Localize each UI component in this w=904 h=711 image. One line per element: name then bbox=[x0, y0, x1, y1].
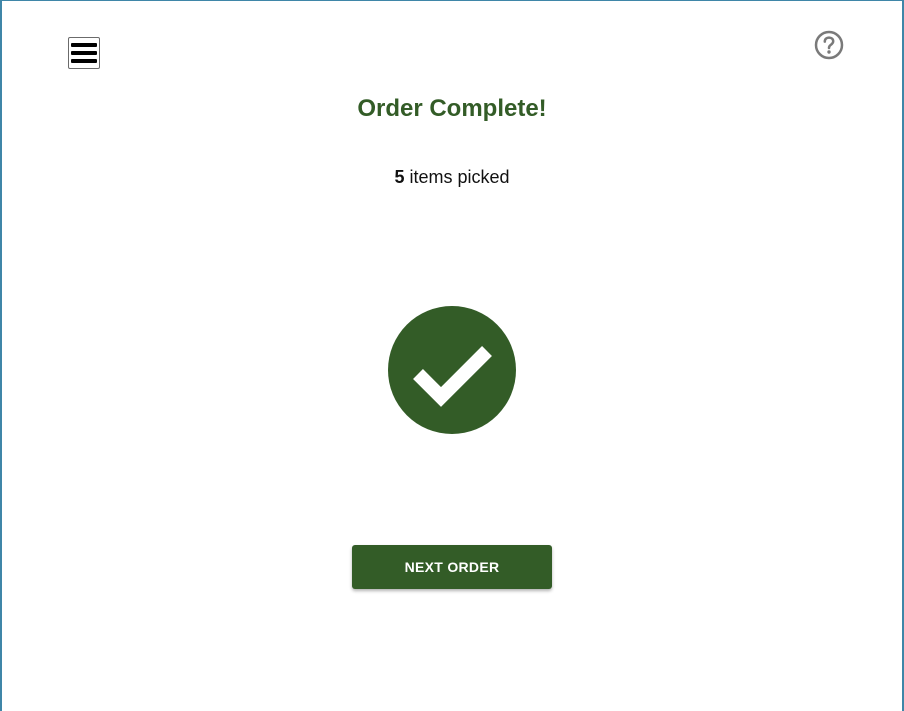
help-button[interactable] bbox=[813, 29, 845, 61]
next-order-button[interactable]: NEXT ORDER bbox=[352, 545, 552, 589]
hamburger-bar bbox=[71, 51, 97, 55]
items-picked-summary: 5 items picked bbox=[2, 167, 902, 188]
hamburger-menu-icon bbox=[71, 43, 97, 47]
question-circle-icon bbox=[814, 30, 844, 60]
app-window: Order Complete! 5 items picked NEXT ORDE… bbox=[0, 0, 904, 711]
page-title: Order Complete! bbox=[357, 95, 547, 122]
menu-button[interactable] bbox=[68, 37, 100, 69]
hamburger-bar bbox=[71, 59, 97, 63]
items-label: items picked bbox=[404, 167, 510, 187]
check-circle-icon bbox=[388, 306, 516, 434]
items-count: 5 bbox=[394, 167, 405, 187]
